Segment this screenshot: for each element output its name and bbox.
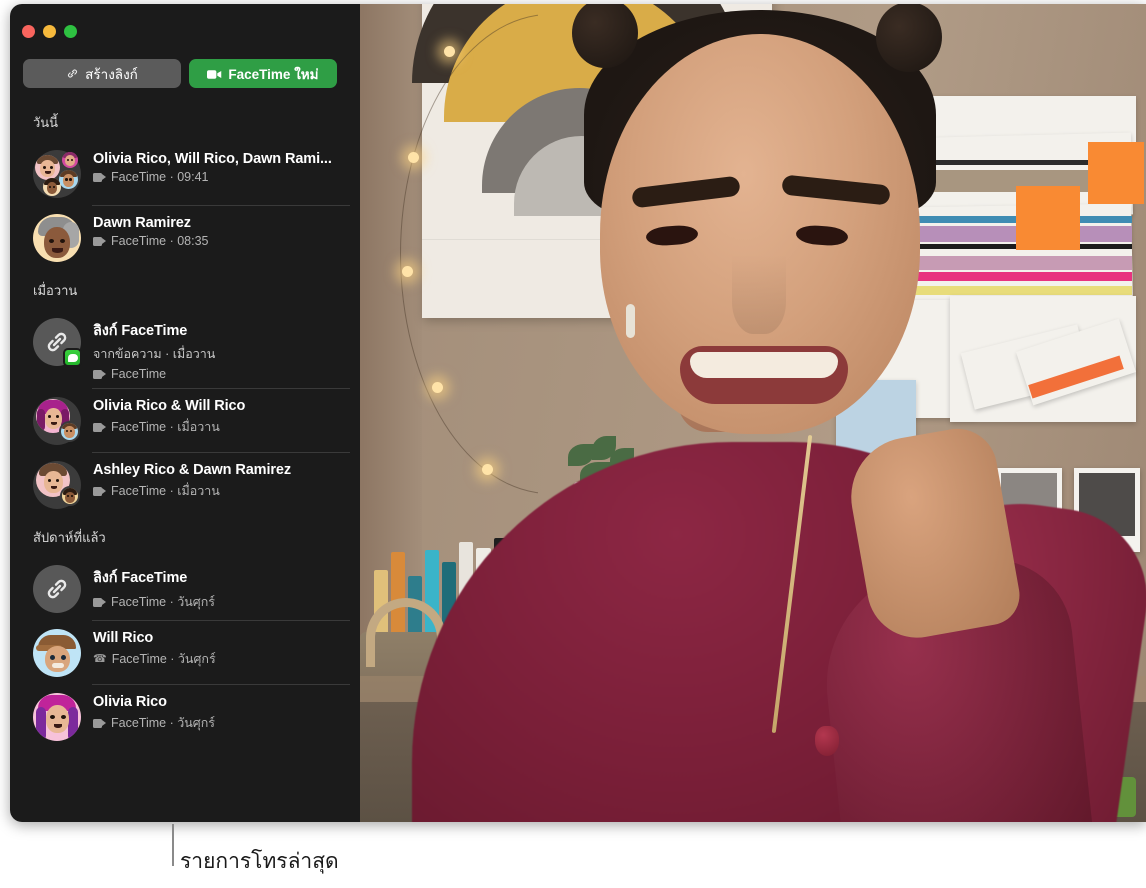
- list-item-title: Ashley Rico & Dawn Ramirez: [93, 462, 292, 478]
- list-item-meta: Will Rico ☎ FaceTime · วันศุกร์: [93, 629, 350, 669]
- list-item-title: Olivia Rico: [93, 694, 167, 710]
- list-item-subtitle-text: FaceTime · 08:35: [111, 234, 209, 248]
- link-icon: [66, 67, 79, 80]
- list-item[interactable]: Olivia Rico FaceTime · วันศุกร์: [10, 685, 360, 749]
- list-item[interactable]: ลิงก์ FaceTime FaceTime · วันศุกร์: [10, 557, 360, 621]
- hair-bun-right: [876, 4, 942, 72]
- video-camera-icon: [93, 422, 106, 432]
- avatar: [33, 693, 81, 741]
- video-subject: [360, 4, 1146, 822]
- maximize-window-button[interactable]: [64, 25, 77, 38]
- list-item-subtitle-text: FaceTime · วันศุกร์: [111, 716, 215, 730]
- list-item[interactable]: Will Rico ☎ FaceTime · วันศุกร์: [10, 621, 360, 685]
- list-item-meta: ลิงก์ FaceTime จากข้อความ · เมื่อวาน Fac…: [93, 318, 350, 381]
- list-item-subtitle-text: FaceTime · วันศุกร์: [111, 652, 216, 666]
- close-window-button[interactable]: [22, 25, 35, 38]
- list-item-title: Olivia Rico, Will Rico, Dawn Rami...: [93, 151, 332, 167]
- list-item-meta: ลิงก์ FaceTime FaceTime · วันศุกร์: [93, 565, 350, 612]
- list-item-subtitle: ☎ FaceTime · วันศุกร์: [93, 649, 350, 669]
- list-item-title: Will Rico: [93, 630, 154, 646]
- facetime-video-feed[interactable]: [360, 4, 1146, 822]
- avatar: [33, 461, 81, 509]
- messages-app-badge: [63, 348, 82, 367]
- sidebar: สร้างลิงก์ FaceTime ใหม่ วันนี้ Olivia R…: [10, 4, 360, 822]
- phone-icon: ☎: [93, 652, 107, 665]
- screenshot-root: สร้างลิงก์ FaceTime ใหม่ วันนี้ Olivia R…: [0, 0, 1146, 888]
- list-item-subtitle: FaceTime · 08:35: [93, 234, 350, 248]
- video-camera-icon: [93, 236, 106, 246]
- list-item-subtitle: FaceTime · วันศุกร์: [93, 592, 350, 612]
- video-camera-icon: [93, 172, 106, 182]
- list-item[interactable]: Olivia Rico, Will Rico, Dawn Rami... Fac…: [10, 142, 360, 206]
- section-header-yesterday: เมื่อวาน: [33, 283, 78, 298]
- list-item-meta: Olivia Rico FaceTime · วันศุกร์: [93, 693, 350, 733]
- section-header-today: วันนี้: [33, 115, 59, 130]
- list-item-subtitle: FaceTime · 09:41: [93, 170, 350, 184]
- avatar: [33, 629, 81, 677]
- video-camera-icon: [93, 486, 106, 496]
- sidebar-toolbar: สร้างลิงก์ FaceTime ใหม่: [23, 59, 337, 88]
- avatar: [33, 565, 81, 613]
- list-item-title: ลิงก์ FaceTime: [93, 570, 188, 586]
- list-item-subtitle-text: FaceTime · เมื่อวาน: [111, 420, 220, 434]
- list-item-title: Olivia Rico & Will Rico: [93, 398, 246, 414]
- necklace-pendant: [815, 726, 839, 756]
- video-camera-icon: [207, 68, 222, 79]
- list-item-subtitle-text: FaceTime · วันศุกร์: [111, 595, 215, 609]
- avatar: [33, 318, 82, 367]
- nose: [732, 254, 786, 334]
- list-item[interactable]: Dawn Ramirez FaceTime · 08:35: [10, 206, 360, 270]
- section-header-last-week: สัปดาห์ที่แล้ว: [33, 530, 106, 545]
- callout-leader-line: [172, 824, 174, 866]
- list-item-meta: Olivia Rico, Will Rico, Dawn Rami... Fac…: [93, 150, 350, 184]
- avatar: [33, 214, 81, 262]
- list-item-subtitle-text: FaceTime · 09:41: [111, 170, 209, 184]
- list-item-subtitle-text: FaceTime: [111, 367, 167, 381]
- list-item-meta: Dawn Ramirez FaceTime · 08:35: [93, 214, 350, 248]
- list-item[interactable]: ลิงก์ FaceTime จากข้อความ · เมื่อวาน Fac…: [10, 310, 360, 389]
- facetime-window: สร้างลิงก์ FaceTime ใหม่ วันนี้ Olivia R…: [10, 4, 1146, 822]
- list-item-subtitle: FaceTime · วันศุกร์: [93, 713, 350, 733]
- list-item-subtitle-text: FaceTime · เมื่อวาน: [111, 484, 220, 498]
- list-item-subtitle: FaceTime · เมื่อวาน: [93, 417, 350, 437]
- create-link-label: สร้างลิงก์: [85, 66, 138, 82]
- recent-calls-list[interactable]: วันนี้ Olivia Rico, Will Rico, Dawn Rami…: [10, 102, 360, 822]
- window-controls: [22, 25, 77, 38]
- list-item[interactable]: Olivia Rico & Will Rico FaceTime · เมื่อ…: [10, 389, 360, 453]
- list-item-title: ลิงก์ FaceTime: [93, 323, 188, 339]
- avatar: [33, 397, 81, 445]
- list-item-meta: Ashley Rico & Dawn Ramirez FaceTime · เม…: [93, 461, 350, 501]
- new-facetime-button[interactable]: FaceTime ใหม่: [189, 59, 337, 88]
- new-facetime-label: FaceTime ใหม่: [228, 66, 319, 82]
- smiling-mouth: [680, 346, 848, 404]
- video-camera-icon: [93, 597, 106, 607]
- minimize-window-button[interactable]: [43, 25, 56, 38]
- video-camera-icon: [93, 369, 106, 379]
- link-icon: [47, 579, 67, 599]
- avatar: [33, 150, 81, 198]
- earring: [626, 304, 635, 338]
- list-item-subtitle: FaceTime · เมื่อวาน: [93, 481, 350, 501]
- list-item-subtitle: FaceTime: [93, 367, 350, 381]
- callout-label: รายการโทรล่าสุด: [180, 850, 339, 873]
- list-item[interactable]: Ashley Rico & Dawn Ramirez FaceTime · เม…: [10, 453, 360, 517]
- create-link-button[interactable]: สร้างลิงก์: [23, 59, 181, 88]
- list-item-source: จากข้อความ · เมื่อวาน: [93, 347, 216, 361]
- list-item-meta: Olivia Rico & Will Rico FaceTime · เมื่อ…: [93, 397, 350, 437]
- video-camera-icon: [93, 718, 106, 728]
- list-item-title: Dawn Ramirez: [93, 215, 191, 231]
